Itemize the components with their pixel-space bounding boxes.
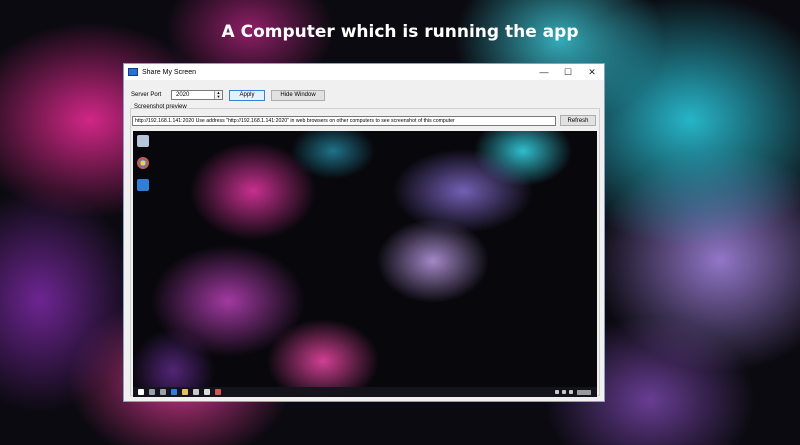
apply-button[interactable]: Apply (229, 89, 265, 101)
maximize-button[interactable]: ☐ (556, 64, 580, 80)
screenshot-preview-image (133, 131, 597, 397)
server-port-input[interactable]: 2020 ▲ ▼ (171, 90, 223, 100)
edge-icon (137, 179, 149, 191)
volume-icon (562, 390, 566, 394)
app-window: Share My Screen — ☐ ✕ Server Port 2020 ▲… (123, 63, 605, 402)
recycle-bin-icon (137, 135, 149, 147)
hide-window-button[interactable]: Hide Window (271, 89, 325, 101)
address-field[interactable]: http://192.168.1.141:2020 Use address "h… (132, 115, 556, 126)
address-row: http://192.168.1.141:2020 Use address "h… (132, 115, 596, 126)
settings-row: Server Port 2020 ▲ ▼ Apply Hide Window (131, 88, 325, 102)
taskbar (133, 387, 597, 397)
battery-icon (569, 390, 573, 394)
camera-icon (204, 389, 210, 395)
screenshot-preview-label: Screenshot preview (134, 104, 187, 110)
store-icon (193, 389, 199, 395)
network-icon (555, 390, 559, 394)
start-icon (138, 389, 144, 395)
server-port-label: Server Port (131, 92, 162, 98)
explorer-icon (182, 389, 188, 395)
minimize-button[interactable]: — (532, 64, 556, 80)
chrome-icon (137, 157, 149, 169)
server-port-value: 2020 (176, 92, 190, 98)
port-stepper[interactable]: ▲ ▼ (214, 91, 222, 99)
clock (577, 389, 591, 395)
headline: A Computer which is running the app (221, 22, 579, 42)
app-icon (215, 389, 221, 395)
title-bar[interactable]: Share My Screen — ☐ ✕ (124, 64, 604, 80)
preview-wallpaper (133, 131, 597, 397)
system-tray (552, 389, 591, 395)
close-button[interactable]: ✕ (580, 64, 604, 80)
refresh-button[interactable]: Refresh (560, 115, 596, 126)
monitor-icon (128, 68, 138, 76)
task-view-icon (160, 389, 166, 395)
edge-icon (171, 389, 177, 395)
search-icon (149, 389, 155, 395)
window-title: Share My Screen (142, 68, 197, 76)
